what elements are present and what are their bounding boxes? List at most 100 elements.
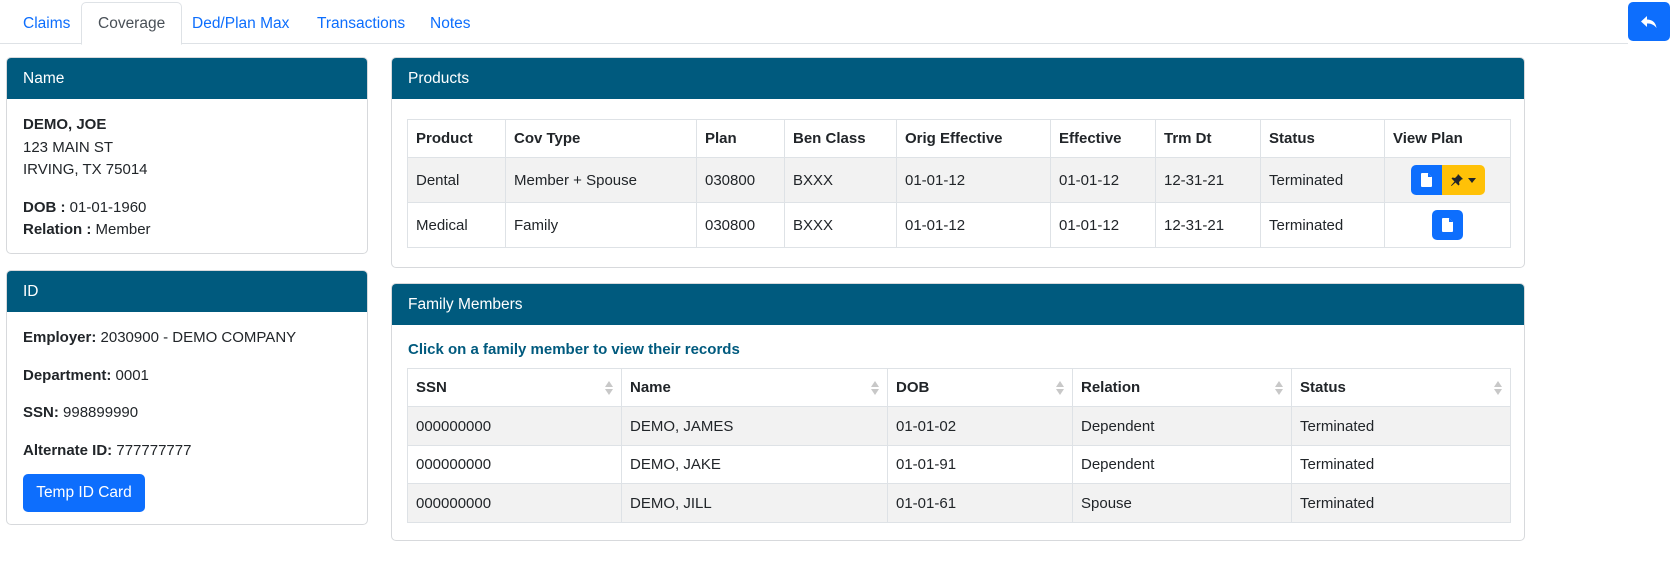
col-product: Product [407,119,506,158]
employer-label: Employer: [23,329,97,346]
relation-value: Member [95,221,151,238]
table-row[interactable]: Dental Member + Spouse 030800 BXXX 01-01… [407,157,1511,203]
alternate-id-label: Alternate ID: [23,442,113,459]
tab-transactions[interactable]: Transactions [300,2,422,44]
col-status[interactable]: Status [1291,368,1511,407]
tab-coverage[interactable]: Coverage [81,2,183,45]
products-header-row: Product Cov Type Plan Ben Class Orig Eff… [407,119,1511,158]
cell-orig-effective: 01-01-12 [896,202,1051,248]
department-value: 0001 [115,367,149,384]
alternate-id-row: Alternate ID: 777777777 [23,442,191,459]
member-full-name: DEMO, JOE [23,116,107,133]
cell-ben-class: BXXX [784,202,897,248]
col-effective: Effective [1050,119,1156,158]
cell-view-plan [1384,202,1511,248]
col-name[interactable]: Name [621,368,888,407]
cell-product: Medical [407,202,506,248]
cell-view-plan [1384,157,1511,203]
table-row[interactable]: Medical Family 030800 BXXX 01-01-12 01-0… [407,202,1511,248]
cell-ssn: 000000000 [407,483,622,523]
cell-trm-dt: 12-31-21 [1155,202,1261,248]
employer-row: Employer: 2030900 - DEMO COMPANY [23,329,296,346]
tab-bar: Claims Coverage Ded/Plan Max Transaction… [0,0,1628,45]
dob-row: DOB : 01-01-1960 [23,199,146,216]
col-cov-type: Cov Type [505,119,697,158]
sort-icon [1275,380,1283,395]
cell-relation: Spouse [1072,483,1292,523]
cell-trm-dt: 12-31-21 [1155,157,1261,203]
cell-effective: 01-01-12 [1050,202,1156,248]
family-members-hint: Click on a family member to view their r… [408,341,740,358]
col-view-plan: View Plan [1384,119,1511,158]
id-card-header: ID [7,271,367,312]
col-ssn-label: SSN [416,379,447,396]
col-status-label: Status [1300,379,1346,396]
view-plan-button-group [1410,165,1485,195]
id-card: ID Employer: 2030900 - DEMO COMPANY Depa… [6,270,368,525]
reply-arrow-icon [1641,15,1657,28]
cell-name: DEMO, JAMES [621,406,888,446]
col-relation-label: Relation [1081,379,1141,396]
employer-value: 2030900 - DEMO COMPANY [100,329,297,346]
cell-name: DEMO, JAKE [621,445,888,484]
products-card: Products Product Cov Type Plan Ben Class… [391,57,1525,268]
col-relation[interactable]: Relation [1072,368,1292,407]
cell-cov-type: Member + Spouse [505,157,697,203]
view-plan-button[interactable] [1432,210,1463,240]
document-icon [1420,173,1432,187]
tab-notes[interactable]: Notes [413,2,488,44]
cell-status: Terminated [1291,445,1511,484]
col-name-label: Name [630,379,671,396]
pin-dropdown-button[interactable] [1441,165,1485,195]
relation-row: Relation : Member [23,221,151,238]
cell-ssn: 000000000 [407,445,622,484]
col-status: Status [1260,119,1385,158]
ssn-row: SSN: 998899990 [23,404,138,421]
family-members-table: SSN Name DOB Relation Status 000000000 D… [407,368,1511,523]
cell-status: Terminated [1291,406,1511,446]
cell-plan: 030800 [696,157,785,203]
col-ben-class: Ben Class [784,119,897,158]
cell-status: Terminated [1260,157,1385,203]
cell-ssn: 000000000 [407,406,622,446]
back-button[interactable] [1628,2,1670,41]
table-row[interactable]: 000000000 DEMO, JILL 01-01-61 Spouse Ter… [407,483,1511,523]
cell-dob: 01-01-02 [887,406,1073,446]
caret-down-icon [1467,177,1476,183]
tab-ded-plan-max[interactable]: Ded/Plan Max [175,2,306,44]
cell-ben-class: BXXX [784,157,897,203]
col-trm-dt: Trm Dt [1155,119,1261,158]
dob-value: 01-01-1960 [69,199,147,216]
family-header-row: SSN Name DOB Relation Status [407,368,1511,407]
col-ssn[interactable]: SSN [407,368,622,407]
cell-dob: 01-01-91 [887,445,1073,484]
address-line-2: IRVING, TX 75014 [23,161,148,178]
col-orig-effective: Orig Effective [896,119,1051,158]
family-members-card-header: Family Members [392,284,1524,325]
dob-label: DOB : [23,199,66,216]
cell-relation: Dependent [1072,406,1292,446]
products-card-header: Products [392,58,1524,99]
table-row[interactable]: 000000000 DEMO, JAKE 01-01-91 Dependent … [407,445,1511,484]
department-row: Department: 0001 [23,367,149,384]
sort-icon [1056,380,1064,395]
family-members-card: Family Members Click on a family member … [391,283,1525,541]
sort-icon [605,380,613,395]
ssn-value: 998899990 [63,404,139,421]
name-card: Name DEMO, JOE 123 MAIN ST IRVING, TX 75… [6,57,368,254]
sort-icon [1494,380,1502,395]
table-row[interactable]: 000000000 DEMO, JAMES 01-01-02 Dependent… [407,406,1511,446]
cell-product: Dental [407,157,506,203]
temp-id-card-button[interactable]: Temp ID Card [23,474,145,512]
col-dob[interactable]: DOB [887,368,1073,407]
cell-effective: 01-01-12 [1050,157,1156,203]
name-card-header: Name [7,58,367,99]
cell-orig-effective: 01-01-12 [896,157,1051,203]
tab-claims[interactable]: Claims [6,2,87,44]
cell-cov-type: Family [505,202,697,248]
cell-plan: 030800 [696,202,785,248]
cell-status: Terminated [1291,483,1511,523]
view-plan-button[interactable] [1410,165,1442,195]
pushpin-icon [1450,174,1463,186]
document-icon [1442,218,1453,232]
